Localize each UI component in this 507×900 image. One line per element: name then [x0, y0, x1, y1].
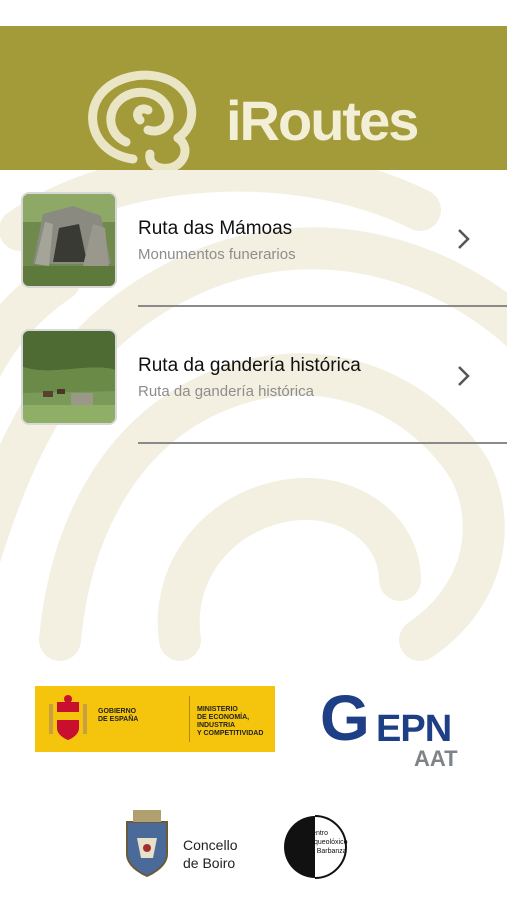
route-subtitle: Ruta da gandería histórica	[138, 383, 314, 400]
boiro-crest-icon	[126, 810, 168, 878]
sponsor-logos: GOBIERNO DE ESPAÑA MINISTERIO DE ECONOMÍ…	[0, 666, 507, 900]
spain-crest-icon	[49, 695, 87, 740]
spiral-logo-icon	[88, 70, 197, 170]
chevron-right-icon	[458, 229, 470, 249]
divider	[189, 696, 190, 742]
chevron-right-icon	[458, 366, 470, 386]
route-row-mamoas[interactable]: Ruta das Mámoas Monumentos funerarios	[0, 170, 507, 307]
route-list: Ruta das Mámoas Monumentos funerarios Ru…	[0, 170, 507, 444]
ministerio-text: MINISTERIO DE ECONOMÍA, INDUSTRIA Y COMP…	[197, 706, 264, 737]
app-title: iRoutes	[226, 89, 419, 152]
concello-boiro-logo: Concello de Boiro	[119, 808, 249, 882]
route-title: Ruta das Mámoas	[138, 218, 293, 239]
gepn-aat-logo: G EPN AAT	[320, 682, 458, 771]
centro-arqueoloxico-logo: Centro Arqueolóxico do Barbanza	[280, 812, 380, 882]
app-header: iRoutes	[0, 26, 507, 170]
route-subtitle: Monumentos funerarios	[138, 246, 296, 263]
pasture-thumbnail	[21, 329, 117, 425]
route-row-ganderia[interactable]: Ruta da gandería histórica Ruta da gande…	[0, 307, 507, 444]
gobierno-espana-logo: GOBIERNO DE ESPAÑA MINISTERIO DE ECONOMÍ…	[35, 686, 275, 752]
route-title: Ruta da gandería histórica	[138, 355, 361, 376]
dolmen-thumbnail	[21, 192, 117, 288]
divider	[138, 442, 507, 444]
status-bar	[0, 0, 507, 26]
gobierno-text: GOBIERNO DE ESPAÑA	[98, 708, 139, 723]
